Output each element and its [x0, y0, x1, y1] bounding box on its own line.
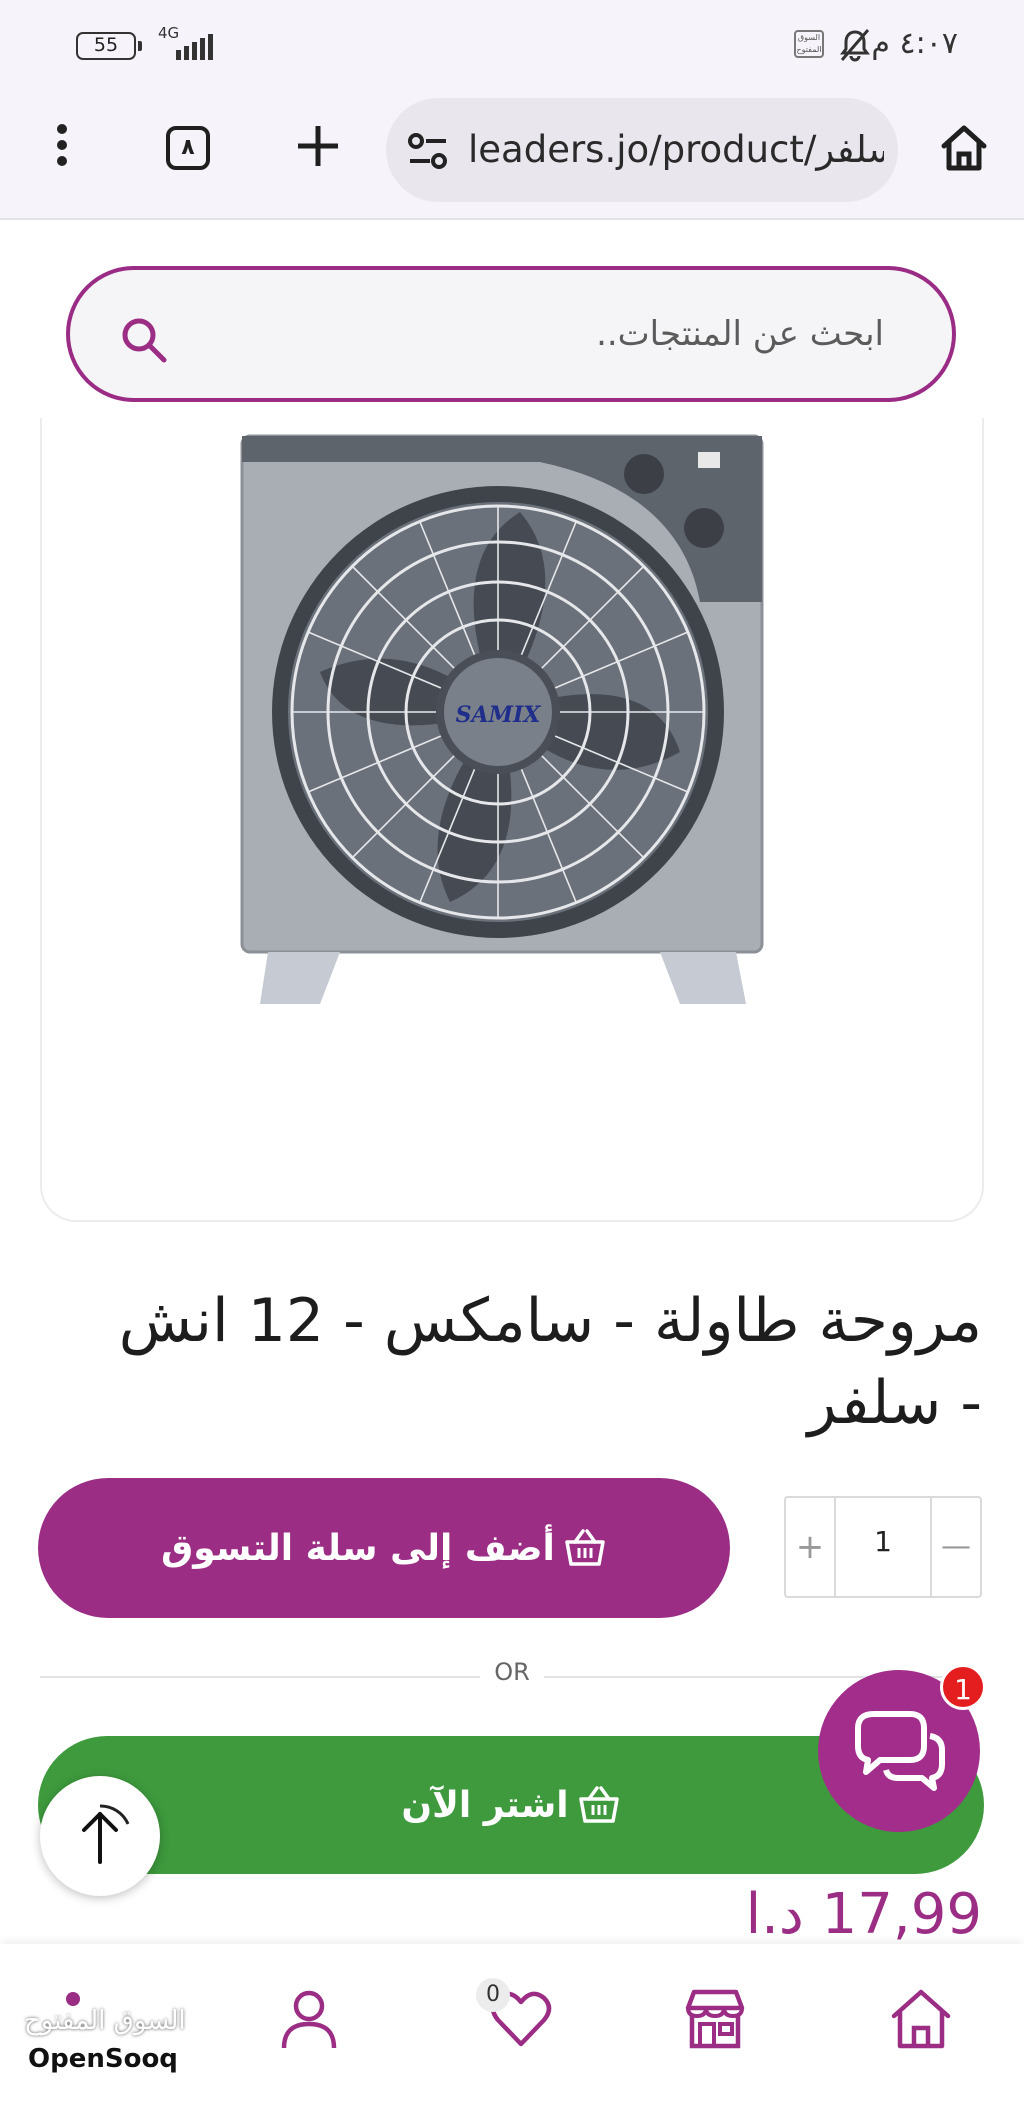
signal-icon: [176, 34, 213, 60]
quantity-decrease-button[interactable]: —: [930, 1498, 980, 1596]
add-to-cart-label: أضف إلى سلة التسوق: [161, 1527, 555, 1569]
site-settings-icon[interactable]: [406, 132, 450, 170]
add-to-cart-button[interactable]: أضف إلى سلة التسوق: [38, 1478, 730, 1618]
status-bar: ٤:٠٧ م السوق المفتوح 55 4G: [0, 0, 1024, 92]
quantity-stepper: + 1 —: [784, 1496, 982, 1598]
quantity-input[interactable]: 1: [836, 1498, 930, 1596]
tab-switcher-button[interactable]: ٨: [166, 126, 210, 170]
browser-toolbar: leaders.jo/product/سلفر ٨: [0, 92, 1024, 220]
product-image[interactable]: SAMIX: [240, 432, 766, 1022]
chat-notification-badge: 1: [940, 1664, 986, 1710]
product-price: 17,99 د.ا: [745, 1882, 982, 1947]
scroll-to-top-button[interactable]: [40, 1776, 160, 1896]
home-icon[interactable]: [886, 1984, 956, 2054]
url-text[interactable]: leaders.jo/product/سلفر: [468, 128, 884, 171]
search-input[interactable]: ابحث عن المنتجات..: [66, 266, 956, 402]
home-icon[interactable]: [938, 122, 990, 174]
muted-bell-icon: [840, 29, 870, 62]
search-icon[interactable]: [118, 314, 170, 366]
or-label: OR: [494, 1658, 530, 1686]
basket-icon: [565, 1529, 605, 1566]
wishlist-count-badge: 0: [476, 1978, 510, 2012]
basket-icon: [578, 1786, 619, 1823]
quantity-increase-button[interactable]: +: [786, 1498, 836, 1596]
menu-indicator: [66, 1992, 80, 2006]
store-icon[interactable]: [680, 1984, 750, 2054]
brand-label: SAMIX: [456, 702, 542, 728]
user-icon[interactable]: [274, 1984, 344, 2054]
buy-now-label: اشتر الآن: [401, 1784, 569, 1826]
search-placeholder: ابحث عن المنتجات..: [596, 314, 884, 354]
arrow-up-icon: [82, 1804, 130, 1864]
new-tab-icon[interactable]: [290, 118, 346, 174]
battery-indicator: 55: [76, 32, 142, 60]
opensooq-watermark-arabic: السوق المفتوح: [24, 2006, 186, 2036]
address-bar[interactable]: leaders.jo/product/سلفر: [386, 98, 898, 202]
opensooq-watermark: OpenSooq: [24, 2044, 182, 2074]
more-menu-icon[interactable]: [52, 124, 72, 172]
product-title: مروحة طاولة - سامكس - 12 انش - سلفر: [118, 1286, 982, 1438]
divider: [40, 1676, 480, 1678]
status-time: ٤:٠٧ م: [871, 26, 958, 61]
opensooq-app-icon: السوق المفتوح: [794, 30, 824, 58]
